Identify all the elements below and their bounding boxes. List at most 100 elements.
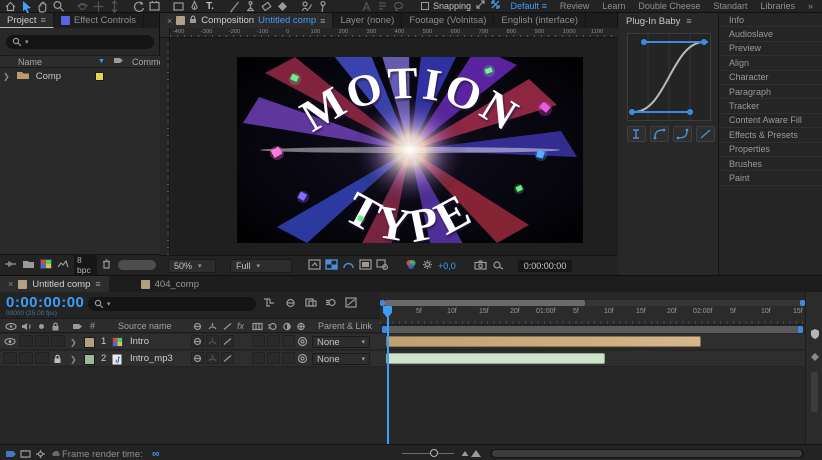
motion-blur-switch-icon[interactable] [267, 322, 278, 333]
switch-cell[interactable] [252, 335, 265, 347]
channels-icon[interactable] [405, 259, 417, 272]
3d-switch-icon[interactable] [296, 322, 306, 333]
brush-tool-icon[interactable] [227, 0, 241, 12]
timeline-tab-untitled-comp[interactable]: × Untitled comp ≡ [0, 276, 109, 292]
eraser-tool-icon[interactable] [259, 0, 273, 12]
layer-row-intro[interactable]: ❯ 1 Intro None ▾ [0, 334, 380, 350]
ease-in-preset-button[interactable] [673, 126, 692, 142]
pixel-preview-icon[interactable] [376, 259, 389, 272]
zoom-out-mountain-icon[interactable] [383, 452, 393, 460]
shy-switch-icon[interactable] [192, 322, 203, 333]
sidebar-item-paint[interactable]: Paint [719, 171, 822, 185]
workspace-tab-learn[interactable]: Learn [602, 1, 625, 11]
close-tab-icon[interactable]: × [8, 279, 13, 289]
new-folder-icon[interactable] [22, 259, 35, 272]
sidebar-item-brushes[interactable]: Brushes [719, 157, 822, 171]
interpret-footage-icon[interactable] [4, 259, 17, 272]
workspace-overflow-icon[interactable]: » [808, 1, 813, 11]
playhead-line[interactable] [387, 306, 389, 444]
character-panel-icon[interactable] [359, 0, 373, 12]
solo-cell[interactable] [35, 335, 49, 347]
layer-name[interactable]: Intro [130, 336, 149, 347]
mask-visibility-icon[interactable] [342, 259, 355, 272]
new-composition-icon[interactable] [40, 259, 52, 272]
easy-ease-preset-button[interactable] [627, 126, 646, 142]
switch-cell[interactable] [282, 352, 295, 364]
vertical-scrollbar-thumb[interactable] [811, 372, 818, 412]
clone-stamp-tool-icon[interactable] [243, 0, 257, 12]
ease-curve-editor[interactable] [627, 33, 711, 121]
exposure-value[interactable]: +0,0 [438, 261, 456, 271]
layer-bar-intro-mp3[interactable] [386, 353, 605, 364]
project-search-input[interactable]: ▾ [6, 35, 154, 49]
timeline-zoom-knob[interactable] [430, 449, 438, 457]
audio-cell[interactable] [19, 352, 33, 364]
layer-bar-intro[interactable] [386, 336, 701, 347]
tab-layer[interactable]: Layer (none) [333, 13, 402, 28]
curve-handle[interactable] [701, 39, 707, 45]
sidebar-item-info[interactable]: Info [719, 13, 822, 27]
layer-color-chip[interactable] [84, 354, 95, 365]
home-icon[interactable] [3, 0, 17, 12]
comp-marker-icon[interactable] [810, 352, 820, 365]
label-column-icon[interactable] [113, 56, 124, 67]
pen-tool-icon[interactable] [187, 0, 201, 12]
workspace-tab-default[interactable]: Default ≡ [511, 1, 547, 11]
parent-pickwhip-icon[interactable] [297, 336, 308, 350]
scrollbar-thumb[interactable] [492, 450, 802, 457]
dolly-camera-tool-icon[interactable] [107, 0, 121, 12]
shared-view-icon[interactable] [490, 0, 501, 13]
expander-icon[interactable]: ❯ [70, 355, 77, 364]
curve-handle[interactable] [687, 109, 693, 115]
hand-tool-icon[interactable] [35, 0, 49, 12]
current-timecode[interactable]: 0:00:00:00 [6, 294, 84, 311]
workspace-tab-standart[interactable]: Standart [713, 1, 747, 11]
gpu-info-icon[interactable] [20, 449, 31, 460]
layer-color-chip[interactable] [84, 337, 95, 348]
video-cell[interactable] [3, 352, 17, 364]
lasso-tool-icon[interactable] [391, 0, 405, 12]
motion-blur-toggle-icon[interactable] [325, 297, 337, 311]
show-snapshot-icon[interactable] [492, 260, 504, 272]
orbit-camera-tool-icon[interactable] [75, 0, 89, 12]
workspace-tab-double-cheese[interactable]: Double Cheese [638, 1, 700, 11]
roto-brush-tool-icon[interactable] [299, 0, 313, 12]
puppet-pin-tool-icon[interactable] [315, 0, 329, 12]
exposure-gear-icon[interactable] [422, 259, 433, 272]
work-area[interactable] [380, 325, 805, 334]
workspace-tab-review[interactable]: Review [560, 1, 590, 11]
selection-tool-icon[interactable] [19, 0, 33, 12]
adjustment-switch-icon[interactable] [282, 322, 292, 333]
paragraph-panel-icon[interactable] [375, 0, 389, 12]
zoom-tool-icon[interactable] [51, 0, 65, 12]
switch-cell[interactable] [282, 335, 295, 347]
switch-cell[interactable] [252, 352, 265, 364]
panel-menu-icon[interactable]: ≡ [320, 16, 325, 26]
timeline-zoom-slider[interactable] [402, 453, 454, 454]
type-tool-icon[interactable]: T. [203, 0, 217, 12]
project-row-comp[interactable]: ❯ Comp [0, 69, 160, 84]
project-settings-icon[interactable] [57, 259, 69, 272]
linear-preset-button[interactable] [696, 126, 715, 142]
comp-shield-icon[interactable] [810, 328, 820, 343]
label-column-icon[interactable] [72, 322, 83, 333]
sidebar-item-tracker[interactable]: Tracker [719, 99, 822, 113]
timeline-search-input[interactable]: ▾ [88, 297, 256, 311]
parent-dropdown[interactable]: None ▾ [312, 353, 370, 365]
pan-camera-tool-icon[interactable] [91, 0, 105, 12]
composition-viewer[interactable]: MOTION TYPE [170, 38, 618, 255]
preview-timecode[interactable]: 0:00:00:00 [518, 260, 573, 272]
collapse-switch-icon[interactable] [207, 322, 218, 333]
time-ruler[interactable]: 0f 5f 10f 15f 20f 01:00f 5f 10f 15f 20f … [380, 306, 805, 325]
tab-language[interactable]: English (interface) [494, 13, 586, 28]
timeline-tab-404-comp[interactable]: 404_comp [133, 276, 207, 292]
tab-project[interactable]: Project ≡ [0, 13, 54, 28]
layer-row-intro-mp3[interactable]: ❯ 2 Intro_mp3 None ▾ [0, 351, 380, 367]
region-of-interest-icon[interactable] [308, 259, 321, 272]
work-area-end-handle[interactable] [798, 326, 803, 333]
quality-switch-cell[interactable] [221, 352, 234, 364]
video-column-icon[interactable] [5, 322, 17, 333]
audio-column-icon[interactable] [21, 322, 32, 333]
expander-icon[interactable]: ❯ [70, 338, 77, 347]
column-name[interactable]: Name [18, 57, 42, 67]
